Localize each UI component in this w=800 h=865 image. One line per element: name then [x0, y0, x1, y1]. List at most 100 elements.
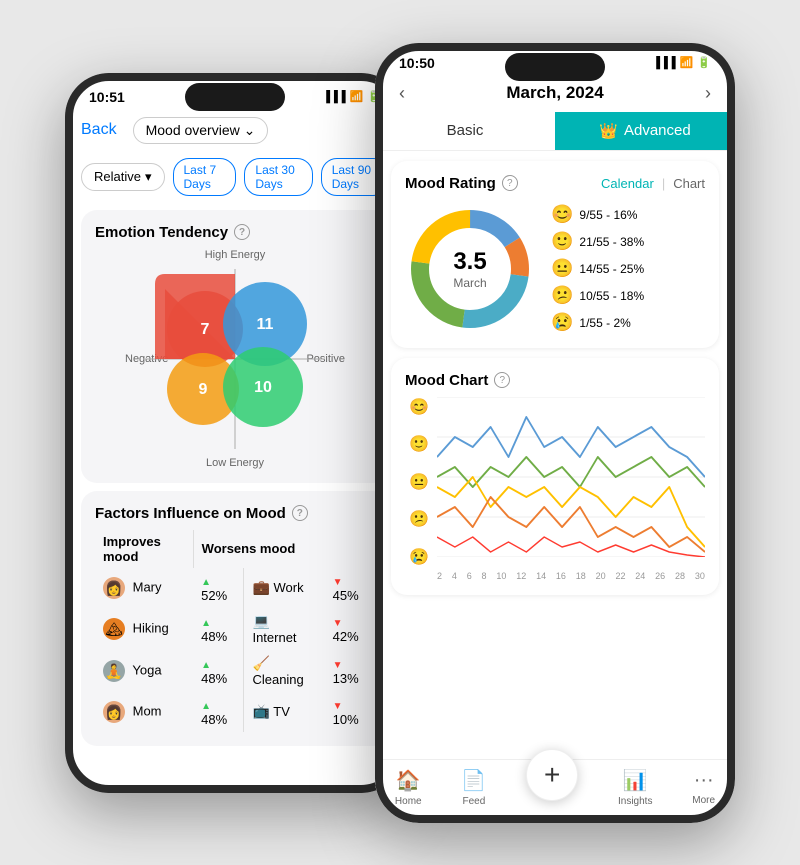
- up-icon-3: ▲: [201, 660, 211, 671]
- emoji-great: 😊: [551, 204, 573, 225]
- home-label: Home: [395, 796, 422, 807]
- donut-chart: 3.5 March: [405, 204, 535, 334]
- time-right: 10:50: [399, 55, 435, 71]
- mood-legend: 😊 9/55 - 16% 🙂 21/55 - 38% 😐 14/55 - 25%: [551, 204, 644, 333]
- legend-label-4: 10/55 - 18%: [579, 289, 644, 303]
- relative-button[interactable]: Relative ▾: [81, 163, 165, 191]
- month-title: March, 2024: [506, 83, 603, 103]
- up-icon: ▲: [201, 577, 211, 588]
- mood-dropdown[interactable]: Mood overview ⌄: [133, 117, 269, 144]
- nav-insights[interactable]: 📊 Insights: [618, 768, 652, 807]
- legend-label-3: 14/55 - 25%: [579, 262, 644, 276]
- legend-item-3: 😐 14/55 - 25%: [551, 258, 644, 279]
- factor-row-1: 👩 Mary ▲ 52% 💼 Work: [95, 568, 375, 608]
- more-label: More: [692, 795, 715, 806]
- tv-icon: 📺: [252, 703, 269, 719]
- chart-link[interactable]: Chart: [673, 176, 705, 191]
- chevron-down-icon: ▾: [145, 169, 152, 185]
- hiking-pct: 48%: [201, 629, 227, 644]
- nav-more[interactable]: ··· More: [692, 769, 715, 806]
- mary-avatar: 👩: [103, 577, 125, 599]
- yoga-icon: 🧘: [103, 660, 125, 682]
- chart-x-labels: 2 4 6 8 10 12 14 16 18 20 22 24 26 28 30: [437, 571, 705, 581]
- mary-pct: 52%: [201, 588, 227, 603]
- dynamic-island: [185, 83, 285, 111]
- battery-icon-right: 🔋: [697, 56, 711, 69]
- tab-basic[interactable]: Basic: [375, 112, 555, 150]
- donut-container: 3.5 March 😊 9/55 - 16% 🙂 21/55 - 38%: [405, 204, 705, 334]
- emotion-card-title: Emotion Tendency ?: [95, 224, 375, 241]
- dynamic-island-right: [505, 53, 605, 81]
- next-month-button[interactable]: ›: [705, 83, 711, 104]
- back-button[interactable]: Back: [81, 121, 117, 139]
- yoga-label: Yoga: [132, 662, 161, 677]
- emotion-help-icon[interactable]: ?: [234, 224, 250, 240]
- up-icon-4: ▲: [201, 701, 211, 712]
- bottom-nav: 🏠 Home 📄 Feed + 📊 Insights ··· More: [375, 759, 735, 823]
- wifi-icon-right: 📶: [680, 56, 694, 69]
- time-left: 10:51: [89, 89, 125, 105]
- emoji-good: 🙂: [551, 231, 573, 252]
- donut-label: March: [453, 276, 486, 290]
- nav-feed[interactable]: 📄 Feed: [461, 768, 486, 807]
- factors-table: Improves mood Worsens mood 👩 Mary ▲: [95, 530, 375, 732]
- mary-label: Mary: [133, 579, 162, 594]
- last30-button[interactable]: Last 30 Days: [244, 158, 312, 196]
- plus-icon: +: [544, 759, 560, 791]
- cleaning-pct: 13%: [333, 671, 359, 686]
- donut-value: 3.5: [453, 248, 486, 276]
- work-label: Work: [274, 580, 304, 595]
- legend-label-2: 21/55 - 38%: [579, 235, 644, 249]
- last7-button[interactable]: Last 7 Days: [173, 158, 237, 196]
- quadrant-svg: 7 11 9 10: [145, 269, 325, 449]
- emoji-row-1: 😊: [409, 397, 429, 417]
- label-high-energy: High Energy: [205, 249, 266, 261]
- prev-month-button[interactable]: ‹: [399, 83, 405, 104]
- crown-icon: 👑: [599, 122, 618, 140]
- insights-icon: 📊: [623, 768, 648, 793]
- chart-emojis: 😊 🙂 😐 😕 😢: [405, 397, 433, 567]
- label-low-energy: Low Energy: [206, 457, 264, 469]
- cleaning-label: Cleaning: [252, 672, 303, 687]
- internet-icon: 💻: [252, 613, 269, 629]
- donut-center: 3.5 March: [453, 248, 486, 290]
- mood-rating-title: Mood Rating: [405, 175, 496, 192]
- worsens-header: Worsens mood: [193, 530, 325, 568]
- filter-row: Relative ▾ Last 7 Days Last 30 Days Last…: [65, 152, 405, 202]
- mood-rating-help-icon[interactable]: ?: [502, 175, 518, 191]
- mood-chart-card: Mood Chart ? 😊 🙂 😐 😕 😢: [391, 358, 719, 595]
- calendar-link[interactable]: Calendar: [601, 176, 654, 191]
- internet-label: Internet: [252, 630, 296, 645]
- signal-icon-right: ▐▐▐: [652, 57, 675, 69]
- emoji-neutral: 😐: [551, 258, 573, 279]
- emoji-row-2: 🙂: [409, 434, 429, 454]
- work-icon: 💼: [252, 579, 269, 595]
- emoji-row-5: 😢: [409, 547, 429, 567]
- factors-help-icon[interactable]: ?: [292, 505, 308, 521]
- nav-home[interactable]: 🏠 Home: [395, 768, 422, 807]
- factors-card: Factors Influence on Mood ? Improves moo…: [81, 491, 389, 746]
- down-icon-3: ▼: [333, 660, 343, 671]
- mood-chart-title: Mood Chart: [405, 372, 488, 389]
- legend-label-1: 9/55 - 16%: [579, 208, 637, 222]
- svg-text:7: 7: [201, 321, 210, 338]
- emoji-awful: 😢: [551, 312, 573, 333]
- fab-add-button[interactable]: +: [526, 749, 578, 801]
- legend-item-4: 😕 10/55 - 18%: [551, 285, 644, 306]
- link-divider: |: [662, 176, 665, 191]
- mood-rating-card: Mood Rating ? Calendar | Chart: [391, 161, 719, 348]
- home-icon: 🏠: [396, 768, 421, 793]
- mood-chart-help-icon[interactable]: ?: [494, 372, 510, 388]
- mood-chart-header: Mood Chart ?: [405, 372, 705, 389]
- tv-label: TV: [273, 704, 290, 719]
- tab-advanced[interactable]: 👑 Advanced: [555, 112, 735, 150]
- legend-label-5: 1/55 - 2%: [579, 316, 630, 330]
- factor-row-4: 👩 Mom ▲ 48% 📺 TV: [95, 692, 375, 732]
- down-icon-2: ▼: [333, 618, 343, 629]
- left-header: Back Mood overview ⌄: [65, 109, 405, 152]
- signal-icons-right: ▐▐▐ 📶 🔋: [652, 56, 711, 69]
- work-pct: 45%: [333, 588, 359, 603]
- improves-header: Improves mood: [95, 530, 193, 568]
- svg-text:11: 11: [257, 316, 274, 333]
- down-icon: ▼: [333, 577, 343, 588]
